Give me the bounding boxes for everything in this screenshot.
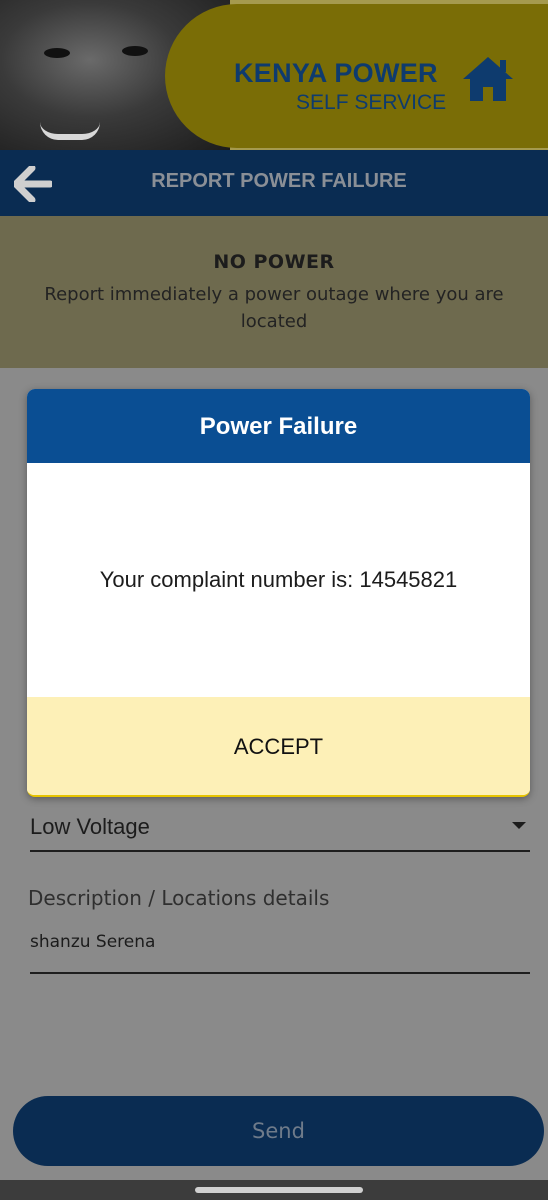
- banner-heading: NO POWER: [213, 251, 335, 273]
- accept-button[interactable]: ACCEPT: [27, 697, 530, 795]
- system-nav-bar: [0, 1180, 548, 1200]
- app-header: KENYA POWER SELF SERVICE: [0, 0, 548, 150]
- description-value: shanzu Serena: [30, 932, 156, 952]
- dropdown-caret-icon: [512, 822, 526, 829]
- page-title: REPORT POWER FAILURE: [151, 170, 407, 192]
- dialog-message: Your complaint number is: 14545821: [99, 567, 458, 592]
- failure-type-value: Low Voltage: [30, 814, 150, 839]
- home-icon[interactable]: [460, 54, 516, 104]
- gesture-handle[interactable]: [195, 1187, 363, 1193]
- send-button[interactable]: Send: [13, 1096, 544, 1166]
- description-field[interactable]: shanzu Serena: [30, 920, 530, 974]
- power-failure-dialog: Power Failure Your complaint number is: …: [27, 389, 530, 797]
- brand-name: KENYA POWER: [234, 58, 438, 88]
- description-label: Description / Locations details: [28, 886, 330, 910]
- no-power-banner: NO POWER Report immediately a power outa…: [0, 216, 548, 368]
- banner-text: Report immediately a power outage where …: [44, 284, 504, 332]
- title-bar: REPORT POWER FAILURE: [0, 150, 548, 216]
- dialog-title: Power Failure: [27, 389, 530, 463]
- failure-type-select[interactable]: Low Voltage: [30, 808, 530, 852]
- brand-subtitle: SELF SERVICE: [296, 91, 447, 114]
